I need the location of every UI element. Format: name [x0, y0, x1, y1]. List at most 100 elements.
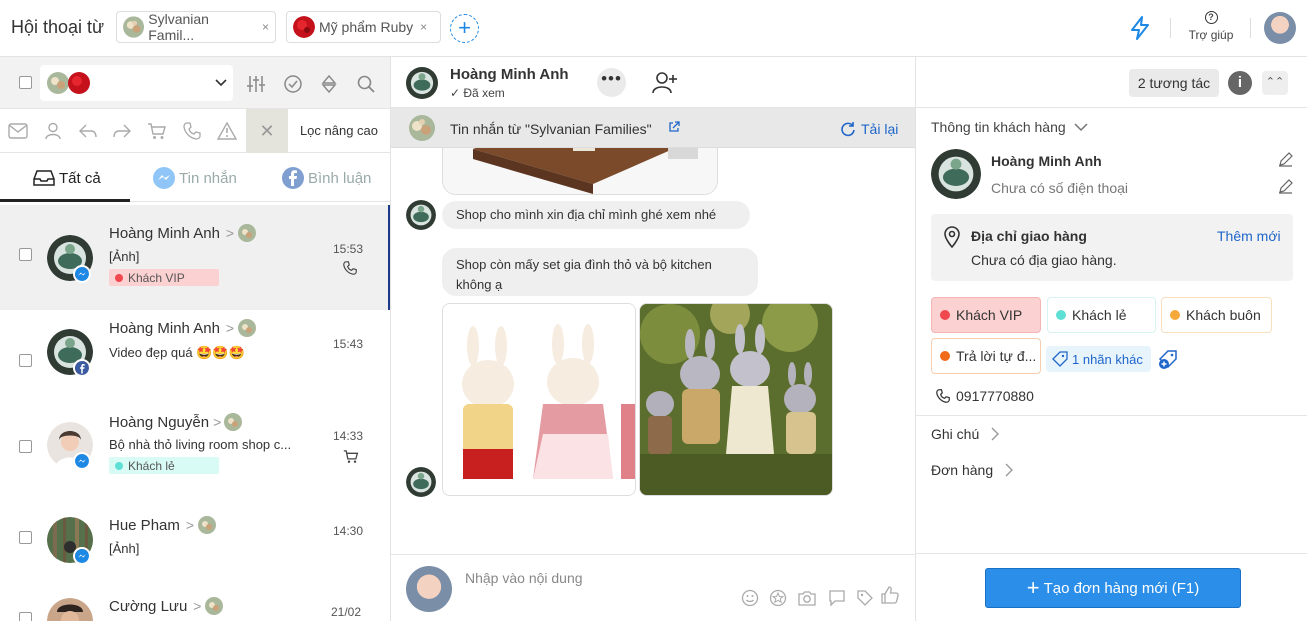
avatar	[406, 200, 436, 230]
facebook-icon	[282, 167, 304, 189]
customer-info-toggle[interactable]: Thông tin khách hàng	[931, 119, 1088, 135]
user-avatar[interactable]	[1264, 12, 1296, 44]
notes-section[interactable]: Ghi chú	[931, 426, 1000, 442]
phone-icon[interactable]	[183, 122, 201, 140]
quick-reply-icon[interactable]	[828, 589, 846, 607]
message-list: Shop cho mình xin địa chỉ mình ghé xem n…	[391, 148, 915, 554]
ruby-page-avatar	[293, 16, 315, 38]
cart-icon[interactable]	[147, 122, 167, 140]
conversation-checkbox[interactable]	[19, 531, 32, 544]
customer-phone-row: 0917770880	[936, 388, 1034, 404]
contact-name-row: Cường Lưu >	[109, 597, 224, 615]
inbox-icon	[33, 170, 55, 186]
info-icon[interactable]: i	[1228, 71, 1252, 95]
edit-icon[interactable]	[1278, 179, 1293, 194]
clear-filter-button[interactable]: ✕	[246, 109, 288, 153]
phone-icon	[343, 261, 357, 275]
collapse-button[interactable]: ⌃⌃	[1262, 71, 1288, 95]
shipping-address-box: Địa chỉ giao hàng Thêm mới Chưa có địa g…	[931, 214, 1293, 281]
more-tags-button[interactable]: 1 nhãn khác	[1046, 346, 1151, 372]
orders-label: Đơn hàng	[931, 462, 994, 478]
tag-auto-reply[interactable]: Trả lời tự đ...	[931, 338, 1041, 374]
warning-icon[interactable]	[217, 122, 237, 140]
like-icon[interactable]	[880, 585, 900, 605]
sylvanian-page-avatar	[205, 597, 224, 615]
conversation-checkbox[interactable]	[19, 354, 32, 367]
external-link-icon[interactable]	[668, 121, 680, 133]
close-tab-icon[interactable]: ×	[420, 20, 427, 34]
add-tag-icon[interactable]	[1158, 348, 1180, 370]
chevron-right-icon: >	[185, 517, 195, 533]
user-icon[interactable]	[44, 122, 62, 140]
sticker-icon[interactable]	[769, 589, 787, 607]
page-tab-sylvanian[interactable]: Sylvanian Famil... ×	[116, 11, 276, 43]
camera-icon[interactable]	[797, 589, 817, 607]
emoji-icon[interactable]	[741, 589, 759, 607]
sort-icon[interactable]	[319, 74, 339, 94]
tab-all[interactable]: Tất cả	[33, 154, 101, 202]
top-bar: Hội thoại từ Sylvanian Famil... × Mỹ phẩ…	[0, 0, 1307, 57]
messenger-icon	[73, 452, 91, 470]
message-input[interactable]: Nhập vào nội dung	[465, 570, 583, 586]
message-image[interactable]	[442, 148, 718, 195]
seen-label: Đã xem	[463, 86, 505, 100]
message-composer: Nhập vào nội dung	[391, 554, 915, 621]
conversation-checkbox[interactable]	[19, 612, 32, 621]
create-order-label: Tạo đơn hàng mới (F1)	[1043, 579, 1200, 597]
select-all-checkbox[interactable]	[19, 76, 32, 89]
add-page-tab-button[interactable]: +	[450, 14, 479, 43]
tag-khach-vip[interactable]: Khách VIP	[931, 297, 1041, 333]
bunny-garden-image	[640, 304, 832, 495]
interactions-button[interactable]: 2 tương tác	[1129, 69, 1219, 97]
advanced-filter-button[interactable]: Lọc nâng cao	[288, 109, 390, 153]
check-circle-icon[interactable]	[283, 74, 303, 94]
sylvanian-page-avatar	[409, 115, 435, 141]
conversation-tabs: Tất cả Tin nhắn Bình luận	[0, 154, 390, 202]
conversation-checkbox[interactable]	[19, 248, 32, 261]
conversation-item[interactable]: Hoàng Minh Anh > [Ảnh] Khách VIP 15:53	[0, 205, 390, 310]
add-address-link[interactable]: Thêm mới	[1217, 228, 1281, 244]
lightning-icon[interactable]	[1128, 15, 1152, 41]
conversation-checkbox[interactable]	[19, 440, 32, 453]
help-button[interactable]: ? Trợ giúp	[1186, 11, 1236, 42]
mail-icon[interactable]	[8, 122, 28, 140]
contact-name: Cường Lưu	[109, 597, 188, 615]
page-tab-ruby[interactable]: Mỹ phẩm Ruby ×	[286, 11, 441, 43]
conversation-item[interactable]: Hoàng Nguyễn > Bộ nhà thỏ living room sho…	[0, 397, 390, 502]
phone-icon	[936, 389, 950, 403]
edit-icon[interactable]	[1278, 152, 1293, 167]
orders-section[interactable]: Đơn hàng	[931, 462, 1014, 478]
chevron-right-icon: >	[225, 320, 235, 336]
tag-khach-le[interactable]: Khách lẻ	[1047, 297, 1156, 333]
plus-icon: +	[1026, 575, 1040, 600]
create-order-button[interactable]: + Tạo đơn hàng mới (F1)	[985, 568, 1241, 608]
message-bubble[interactable]: Shop cho mình xin địa chỉ mình ghé xem n…	[442, 201, 750, 229]
conversation-item[interactable]: Cường Lưu > 21/02	[0, 587, 390, 621]
more-options-button[interactable]: •••	[597, 68, 626, 97]
search-icon[interactable]	[356, 74, 376, 94]
forward-icon[interactable]	[112, 122, 132, 140]
conversation-panel: ✕ Lọc nâng cao Tất cả Tin nhắn Bình luận…	[0, 57, 391, 621]
message-bubble[interactable]: Shop còn mấy set gia đình thỏ và bộ kitc…	[442, 248, 758, 296]
address-empty-text: Chưa có địa giao hàng.	[971, 252, 1117, 268]
avatar	[931, 149, 981, 199]
more-tags-label: 1 nhãn khác	[1072, 351, 1143, 367]
avatar[interactable]	[406, 67, 438, 99]
sliders-icon[interactable]	[246, 74, 266, 94]
tab-messages[interactable]: Tin nhắn	[152, 154, 237, 202]
message-image[interactable]	[442, 303, 636, 496]
section-title: Thông tin khách hàng	[931, 119, 1066, 135]
tag-khach-buon[interactable]: Khách buôn	[1161, 297, 1272, 333]
dollhouse-image	[443, 148, 717, 194]
reply-icon[interactable]	[78, 122, 98, 140]
message-time: 14:33	[333, 429, 364, 443]
tag-icon[interactable]	[856, 589, 874, 607]
notes-label: Ghi chú	[931, 426, 980, 442]
page-select-dropdown[interactable]	[40, 65, 233, 101]
message-image[interactable]	[639, 303, 833, 496]
reload-button[interactable]: Tải lại	[840, 121, 898, 137]
add-person-icon[interactable]	[652, 71, 678, 95]
close-tab-icon[interactable]: ×	[262, 20, 269, 34]
tab-comments[interactable]: Bình luận	[281, 154, 371, 202]
contact-name: Hoàng Minh Anh	[109, 319, 220, 337]
